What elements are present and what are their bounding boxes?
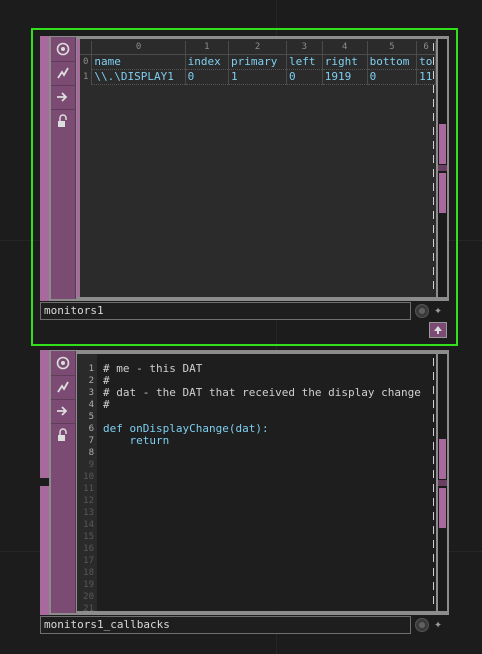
line-number: 18 — [83, 568, 94, 578]
line-number: 13 — [83, 508, 94, 518]
code-line[interactable]: # dat - the DAT that received the displa… — [103, 387, 421, 399]
line-number-gutter: 1 2 3 4 5 6 7 8 9 10 11 12 13 14 15 16 17 18 19 20 21 — [77, 354, 97, 611]
table-row: 1 \\.\DISPLAY1 0 1 0 1919 0 11 — [80, 69, 436, 85]
line-number: 20 — [83, 592, 94, 602]
vertical-scrollbar[interactable] — [438, 354, 447, 611]
table-cell[interactable]: 0 — [367, 69, 418, 85]
column-index-row: 0 1 2 3 4 5 6 — [80, 41, 436, 55]
line-number: 15 — [83, 532, 94, 542]
line-number: 16 — [83, 544, 94, 554]
row-index: 0 — [80, 54, 93, 70]
line-number: 12 — [83, 496, 94, 506]
table-cell[interactable]: 0 — [185, 69, 230, 85]
viewer-edge-dash — [433, 358, 434, 608]
table-cell[interactable]: index — [185, 54, 230, 70]
col-index: 4 — [322, 41, 368, 55]
table-grid: 0 1 2 3 4 5 6 0 name index primary left … — [80, 41, 436, 85]
line-number: 2 — [88, 376, 94, 386]
line-number: 7 — [88, 436, 94, 446]
bypass-icon[interactable] — [54, 378, 72, 396]
node-name-field[interactable]: monitors1_callbacks — [40, 616, 411, 634]
viewer-edge-dash — [433, 43, 434, 293]
table-cell[interactable]: 1 — [228, 69, 287, 85]
bypass-icon[interactable] — [54, 64, 72, 82]
callback-output-icon[interactable] — [429, 322, 447, 338]
viewer-toggle-icon[interactable] — [415, 618, 429, 632]
table-cell[interactable]: primary — [228, 54, 287, 70]
table-cell[interactable]: name — [91, 54, 186, 70]
line-number: 14 — [83, 520, 94, 530]
lock-icon[interactable] — [54, 112, 72, 130]
table-cell[interactable]: \\.\DISPLAY1 — [91, 69, 186, 85]
line-number: 10 — [83, 472, 94, 482]
code-line[interactable]: # me - this DAT — [103, 363, 202, 375]
line-number: 5 — [88, 412, 94, 422]
table-cell[interactable]: 1919 — [322, 69, 368, 85]
lock-icon[interactable] — [54, 426, 72, 444]
row-index: 1 — [80, 69, 93, 85]
code-line[interactable]: # — [103, 399, 110, 411]
vertical-scrollbar[interactable] — [438, 39, 447, 297]
table-viewer[interactable]: 0 1 2 3 4 5 6 0 name index primary left … — [77, 39, 436, 297]
table-cell[interactable]: bottom — [367, 54, 418, 70]
col-index: 3 — [286, 41, 323, 55]
line-number: 11 — [83, 484, 94, 494]
line-number: 21 — [83, 604, 94, 611]
table-cell[interactable]: left — [286, 54, 323, 70]
display-flag-icon[interactable] — [54, 88, 72, 106]
add-connector-icon[interactable]: ✦ — [431, 304, 445, 318]
table-row: 0 name index primary left right bottom t… — [80, 54, 436, 70]
node-name-field[interactable]: monitors1 — [40, 302, 411, 320]
col-index: 1 — [185, 41, 230, 55]
col-index: 2 — [228, 41, 287, 55]
line-number: 6 — [88, 424, 94, 434]
line-number: 4 — [88, 400, 94, 410]
add-connector-icon[interactable]: ✦ — [431, 618, 445, 632]
line-number: 8 — [88, 448, 94, 458]
line-number: 1 — [88, 364, 94, 374]
code-editor[interactable]: 1 2 3 4 5 6 7 8 9 10 11 12 13 14 15 16 17 18 19 20 21 # me -… — [77, 354, 436, 611]
display-flag-icon[interactable] — [54, 402, 72, 420]
table-cell[interactable]: right — [322, 54, 368, 70]
col-index: 0 — [91, 41, 186, 55]
viewer-active-icon[interactable] — [54, 354, 72, 372]
line-number: 9 — [88, 460, 94, 470]
line-number: 3 — [88, 388, 94, 398]
node-tool-column — [51, 37, 76, 299]
viewer-toggle-icon[interactable] — [415, 304, 429, 318]
col-index: 5 — [367, 41, 418, 55]
viewer-active-icon[interactable] — [54, 40, 72, 58]
line-number: 17 — [83, 556, 94, 566]
node-tool-column — [51, 351, 76, 613]
code-line[interactable]: return — [103, 435, 169, 447]
line-number: 19 — [83, 580, 94, 590]
table-cell[interactable]: 0 — [286, 69, 323, 85]
